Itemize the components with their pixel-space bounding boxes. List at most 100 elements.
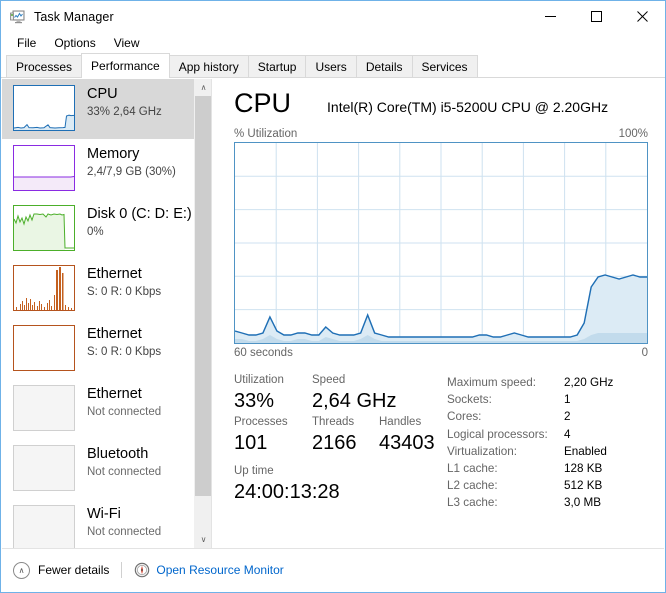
stats-left-column: Utilization 33% Speed 2,64 GHz Processes… [234,372,439,512]
spec-value: 2,20 GHz [564,376,614,389]
sidebar-item-text: Ethernet S: 0 R: 0 Kbps [87,325,161,360]
spec-label: L2 cache: [447,479,498,493]
stat-value: 43403 [379,432,435,454]
spec-cores: Cores: 2 [447,408,648,425]
menu-item-view[interactable]: View [106,34,148,52]
status-bar: ∧ Fewer details Open Resource Monitor [2,548,664,591]
scrollbar-thumb[interactable] [195,96,211,496]
stat-value: 2,64 GHz [312,390,397,412]
menu-item-file[interactable]: File [9,34,44,52]
tab-processes[interactable]: Processes [6,55,83,77]
tab-users[interactable]: Users [305,55,357,77]
sidebar-item-text: Ethernet Not connected [87,385,161,420]
graph-y-max-label: 100% [618,128,648,140]
resource-monitor-icon [134,562,150,578]
bluetooth-thumbnail-graph [13,445,75,491]
minimize-button[interactable] [527,1,573,32]
scroll-down-icon[interactable]: ∨ [195,531,211,548]
sidebar-item-label: Ethernet [87,326,142,342]
maximize-button[interactable] [573,1,619,32]
tab-app-history[interactable]: App history [168,55,249,77]
task-manager-window: Task Manager File Options View Processes… [0,0,666,593]
spec-l2-cache: L2 cache: 512 KB [447,477,648,494]
sidebar-item-sub: 0% [87,226,104,238]
stat-handles: Handles 43403 [379,414,439,456]
wifi-thumbnail-graph [13,505,75,548]
sidebar-item-sub: Not connected [87,466,162,478]
scrollbar-track[interactable] [195,96,211,531]
spec-virtualization: Virtualization: Enabled [447,443,648,460]
graph-time-end-label: 0 [641,347,648,359]
window-title: Task Manager [34,9,114,24]
stats-row-2: Processes 101 Threads 2166 Handles 43403 [234,414,439,456]
tab-performance[interactable]: Performance [81,53,170,78]
ethernet-thumbnail-graph [13,325,75,371]
spec-logical-processors: Logical processors: 4 [447,426,648,443]
sidebar-item-cpu[interactable]: CPU 33% 2,64 GHz [2,79,195,139]
spec-value: 4 [564,427,571,441]
stat-value: 33% [234,390,275,412]
spec-value: 2 [564,410,571,424]
sidebar-item-label: Disk 0 (C: D: E:) [87,206,192,222]
task-manager-icon [10,9,26,25]
stat-value: 101 [234,432,268,454]
graph-axis-labels: % Utilization 100% [234,128,648,140]
spec-label: Sockets: [447,393,492,407]
sidebar-item-ethernet-2[interactable]: Ethernet S: 0 R: 0 Kbps [2,319,195,379]
tab-startup[interactable]: Startup [247,55,307,77]
sidebar-item-label: Bluetooth [87,446,149,462]
resource-list: CPU 33% 2,64 GHz Memory 2,4/7,9 GB (30%)… [2,79,195,548]
sidebar-item-sub: 33% 2,64 GHz [87,106,162,118]
stat-label: Speed [312,374,346,386]
sidebar-item-bluetooth[interactable]: Bluetooth Not connected [2,439,195,499]
open-resource-monitor-link[interactable]: Open Resource Monitor [134,562,284,578]
fewer-details-button[interactable]: ∧ Fewer details [13,561,110,579]
sidebar-item-text: Wi-Fi Not connected [87,505,161,540]
spec-label: Maximum speed: [447,376,536,389]
spec-l3-cache: L3 cache: 3,0 MB [447,494,648,511]
sidebar-item-disk[interactable]: Disk 0 (C: D: E:) 0% [2,199,195,259]
sidebar-item-label: Memory [87,146,140,162]
sidebar-item-text: Ethernet S: 0 R: 0 Kbps [87,265,161,300]
sidebar-item-memory[interactable]: Memory 2,4/7,9 GB (30%) [2,139,195,199]
stat-speed: Speed 2,64 GHz [312,372,397,414]
resource-monitor-label: Open Resource Monitor [156,563,284,577]
sidebar-item-sub: S: 0 R: 0 Kbps [87,286,162,298]
sidebar-item-label: Ethernet [87,266,142,282]
sidebar-item-ethernet-1[interactable]: Ethernet S: 0 R: 0 Kbps [2,259,195,319]
sidebar-item-ethernet-3[interactable]: Ethernet Not connected [2,379,195,439]
stat-value: 24:00:13:28 [234,481,340,503]
spec-label: L1 cache: [447,462,498,476]
cpu-graph-svg [235,143,647,343]
sidebar-item-sub: 2,4/7,9 GB (30%) [87,166,176,178]
spec-sockets: Sockets: 1 [447,391,648,408]
sidebar-scrollbar[interactable]: ∧ ∨ [194,79,211,548]
cpu-specs-list: Maximum speed: 2,20 GHz Sockets: 1 Cores… [439,372,648,512]
scroll-up-icon[interactable]: ∧ [195,79,211,96]
tab-details[interactable]: Details [355,55,413,77]
spec-value: 128 KB [564,462,603,476]
stat-value: 2166 [312,432,357,454]
tab-services[interactable]: Services [411,55,478,77]
memory-thumbnail-graph [13,145,75,191]
ethernet-thumbnail-graph [13,385,75,431]
sidebar-item-text: CPU 33% 2,64 GHz [87,85,162,120]
status-separator [121,562,123,578]
spec-value: Enabled [564,444,607,458]
tab-strip: Processes Performance App history Startu… [1,53,665,78]
chevron-up-icon: ∧ [13,561,30,579]
menu-item-options[interactable]: Options [46,34,103,52]
resource-sidebar: CPU 33% 2,64 GHz Memory 2,4/7,9 GB (30%)… [2,79,212,548]
fewer-details-label: Fewer details [38,563,110,577]
sidebar-item-label: CPU [87,86,118,102]
sidebar-item-wifi[interactable]: Wi-Fi Not connected [2,499,195,548]
graph-time-start-label: 60 seconds [234,347,293,359]
spec-label: Logical processors: [447,427,548,441]
stat-label: Up time [234,465,274,477]
graph-time-labels: 60 seconds 0 [234,347,648,359]
stats-area: Utilization 33% Speed 2,64 GHz Processes… [234,372,648,512]
spec-maximum-speed: Maximum speed: 2,20 GHz [447,374,648,391]
sidebar-item-text: Disk 0 (C: D: E:) 0% [87,205,192,240]
close-button[interactable] [619,1,665,32]
cpu-header: CPU Intel(R) Core(TM) i5-5200U CPU @ 2.2… [234,87,648,119]
